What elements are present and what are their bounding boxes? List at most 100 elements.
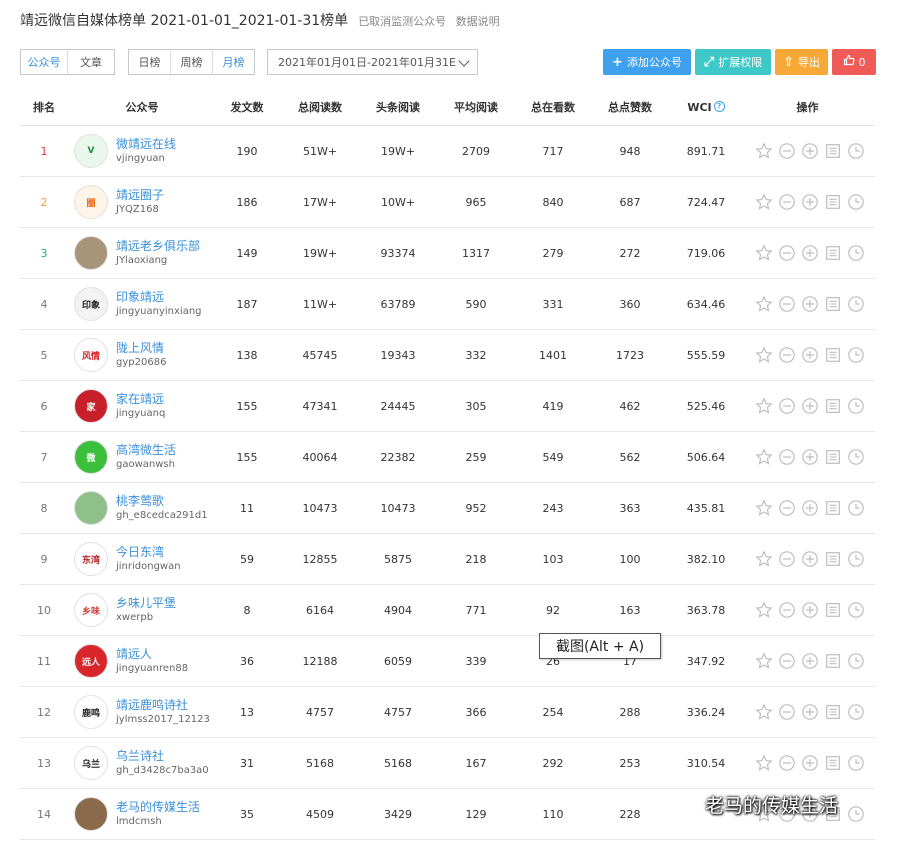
- list-icon[interactable]: [824, 193, 842, 211]
- tab-monthly[interactable]: 月榜: [212, 50, 254, 74]
- like-button[interactable]: 0: [832, 49, 876, 75]
- star-icon[interactable]: [755, 754, 773, 772]
- list-icon[interactable]: [824, 295, 842, 313]
- list-icon[interactable]: [824, 652, 842, 670]
- star-icon[interactable]: [755, 142, 773, 160]
- minus-circle-icon[interactable]: [778, 499, 796, 517]
- minus-circle-icon[interactable]: [778, 346, 796, 364]
- star-icon[interactable]: [755, 703, 773, 721]
- account-name-link[interactable]: 桃李莺歌: [116, 494, 208, 509]
- account-name-link[interactable]: 靖远人: [116, 647, 188, 662]
- expand-permission-button[interactable]: ⤢ 扩展权限: [695, 49, 771, 75]
- minus-circle-icon[interactable]: [778, 703, 796, 721]
- clock-icon[interactable]: [847, 703, 865, 721]
- plus-circle-icon[interactable]: [801, 499, 819, 517]
- plus-circle-icon[interactable]: [801, 703, 819, 721]
- clock-icon[interactable]: [847, 397, 865, 415]
- col-headline-reads[interactable]: 头条阅读: [362, 89, 434, 126]
- plus-circle-icon[interactable]: [801, 346, 819, 364]
- tab-weekly[interactable]: 周榜: [170, 50, 212, 74]
- star-icon[interactable]: [755, 397, 773, 415]
- plus-circle-icon[interactable]: [801, 652, 819, 670]
- avatar[interactable]: 家: [74, 389, 108, 423]
- avatar[interactable]: V: [74, 134, 108, 168]
- minus-circle-icon[interactable]: [778, 550, 796, 568]
- account-name-link[interactable]: 今日东湾: [116, 545, 181, 560]
- account-name-link[interactable]: 陇上风情: [116, 341, 166, 356]
- minus-circle-icon[interactable]: [778, 142, 796, 160]
- col-total-reads[interactable]: 总阅读数: [278, 89, 362, 126]
- minus-circle-icon[interactable]: [778, 244, 796, 262]
- plus-circle-icon[interactable]: [801, 601, 819, 619]
- list-icon[interactable]: [824, 142, 842, 160]
- avatar[interactable]: 乌兰: [74, 746, 108, 780]
- star-icon[interactable]: [755, 601, 773, 619]
- avatar[interactable]: 乡味: [74, 593, 108, 627]
- account-name-link[interactable]: 老马的传媒生活: [116, 800, 200, 815]
- star-icon[interactable]: [755, 346, 773, 364]
- minus-circle-icon[interactable]: [778, 397, 796, 415]
- col-avg-reads[interactable]: 平均阅读: [434, 89, 518, 126]
- minus-circle-icon[interactable]: [778, 295, 796, 313]
- account-name-link[interactable]: 微靖远在线: [116, 137, 176, 152]
- add-account-button[interactable]: + 添加公众号: [603, 49, 691, 75]
- plus-circle-icon[interactable]: [801, 550, 819, 568]
- star-icon[interactable]: [755, 448, 773, 466]
- star-icon[interactable]: [755, 193, 773, 211]
- list-icon[interactable]: [824, 346, 842, 364]
- avatar[interactable]: [74, 797, 108, 831]
- account-name-link[interactable]: 靖远老乡俱乐部: [116, 239, 200, 254]
- help-icon[interactable]: ?: [713, 100, 725, 112]
- col-wci[interactable]: WCI?: [672, 89, 740, 126]
- list-icon[interactable]: [824, 397, 842, 415]
- avatar[interactable]: 微: [74, 440, 108, 474]
- clock-icon[interactable]: [847, 346, 865, 364]
- account-name-link[interactable]: 靖远鹿鸣诗社: [116, 698, 210, 713]
- list-icon[interactable]: [824, 550, 842, 568]
- star-icon[interactable]: [755, 244, 773, 262]
- list-icon[interactable]: [824, 244, 842, 262]
- col-looking[interactable]: 总在看数: [518, 89, 588, 126]
- cancelled-accounts-link[interactable]: 已取消监测公众号: [358, 15, 446, 28]
- account-name-link[interactable]: 靖远圈子: [116, 188, 164, 203]
- export-button[interactable]: ⇧ 导出: [775, 49, 828, 75]
- account-name-link[interactable]: 高湾微生活: [116, 443, 176, 458]
- plus-circle-icon[interactable]: [801, 397, 819, 415]
- plus-circle-icon[interactable]: [801, 193, 819, 211]
- minus-circle-icon[interactable]: [778, 754, 796, 772]
- clock-icon[interactable]: [847, 142, 865, 160]
- star-icon[interactable]: [755, 499, 773, 517]
- avatar[interactable]: 远人: [74, 644, 108, 678]
- tab-daily[interactable]: 日榜: [129, 50, 170, 74]
- plus-circle-icon[interactable]: [801, 448, 819, 466]
- list-icon[interactable]: [824, 448, 842, 466]
- clock-icon[interactable]: [847, 295, 865, 313]
- avatar[interactable]: [74, 491, 108, 525]
- minus-circle-icon[interactable]: [778, 652, 796, 670]
- avatar[interactable]: 印象: [74, 287, 108, 321]
- minus-circle-icon[interactable]: [778, 193, 796, 211]
- avatar[interactable]: 鹿鸣: [74, 695, 108, 729]
- minus-circle-icon[interactable]: [778, 448, 796, 466]
- date-range-select[interactable]: 2021年01月01日-2021年01月31E: [267, 49, 478, 75]
- tab-articles[interactable]: 文章: [67, 50, 114, 74]
- clock-icon[interactable]: [847, 652, 865, 670]
- minus-circle-icon[interactable]: [778, 601, 796, 619]
- list-icon[interactable]: [824, 754, 842, 772]
- plus-circle-icon[interactable]: [801, 295, 819, 313]
- clock-icon[interactable]: [847, 754, 865, 772]
- list-icon[interactable]: [824, 601, 842, 619]
- account-name-link[interactable]: 乌兰诗社: [116, 749, 209, 764]
- star-icon[interactable]: [755, 652, 773, 670]
- data-notes-link[interactable]: 数据说明: [456, 15, 500, 28]
- plus-circle-icon[interactable]: [801, 754, 819, 772]
- clock-icon[interactable]: [847, 499, 865, 517]
- avatar[interactable]: 圈: [74, 185, 108, 219]
- account-name-link[interactable]: 印象靖远: [116, 290, 202, 305]
- avatar[interactable]: 东湾: [74, 542, 108, 576]
- clock-icon[interactable]: [847, 448, 865, 466]
- list-icon[interactable]: [824, 499, 842, 517]
- col-posts[interactable]: 发文数: [216, 89, 278, 126]
- plus-circle-icon[interactable]: [801, 244, 819, 262]
- clock-icon[interactable]: [847, 193, 865, 211]
